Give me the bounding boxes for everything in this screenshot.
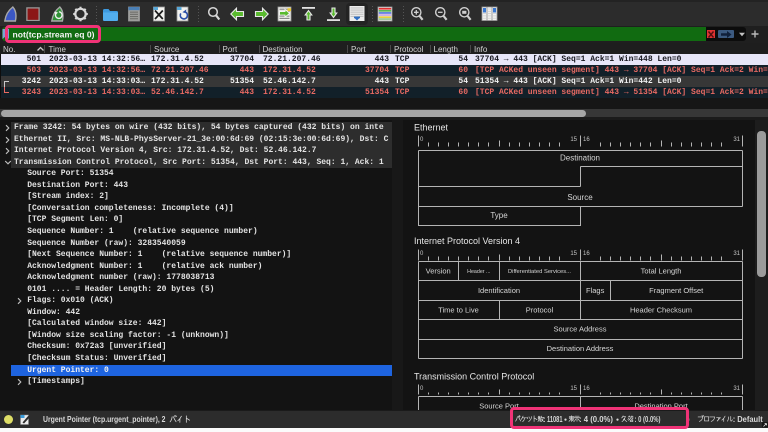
svg-text:Protocol: Protocol: [526, 305, 554, 314]
svg-text:Header Checksum: Header Checksum: [630, 305, 692, 314]
svg-text:0: 0: [420, 251, 424, 257]
svg-text:Differentiated Services...: Differentiated Services...: [508, 269, 571, 275]
svg-text:Header ...: Header ...: [467, 269, 490, 275]
svg-text:Internet Protocol Version 4: Internet Protocol Version 4: [414, 236, 520, 246]
svg-text:Urgent Pointer (tcp.urgent_poi: Urgent Pointer (tcp.urgent_pointer), 2: [43, 415, 166, 424]
svg-text:Transmission Control Protocol: Transmission Control Protocol: [414, 372, 534, 382]
svg-text:16: 16: [583, 386, 590, 392]
svg-text:31: 31: [733, 251, 740, 257]
svg-text:Time to Live: Time to Live: [438, 305, 479, 314]
svg-text:15: 15: [570, 137, 577, 143]
svg-text:Version: Version: [426, 267, 451, 276]
svg-text:15: 15: [570, 251, 577, 257]
svg-text:0: 0: [420, 137, 424, 143]
svg-text:0: 0: [420, 386, 424, 392]
svg-text:Ethernet: Ethernet: [414, 123, 449, 133]
svg-text:Destination: Destination: [560, 154, 600, 163]
svg-text:31: 31: [733, 386, 740, 392]
svg-text:15: 15: [570, 386, 577, 392]
svg-text:Flags: Flags: [586, 286, 605, 295]
svg-text:Destination Address: Destination Address: [547, 344, 614, 353]
svg-text:16: 16: [583, 251, 590, 257]
svg-text:Type: Type: [490, 211, 508, 220]
svg-text:16: 16: [583, 137, 590, 143]
svg-text:Source Address: Source Address: [554, 325, 607, 334]
svg-text:Identification: Identification: [478, 286, 520, 295]
svg-text:31: 31: [733, 137, 740, 143]
svg-text:: Default: : Default: [733, 415, 763, 424]
svg-text:Fragment Offset: Fragment Offset: [649, 286, 704, 295]
svg-text:Source: Source: [567, 193, 593, 202]
svg-text:Total Length: Total Length: [641, 267, 682, 276]
